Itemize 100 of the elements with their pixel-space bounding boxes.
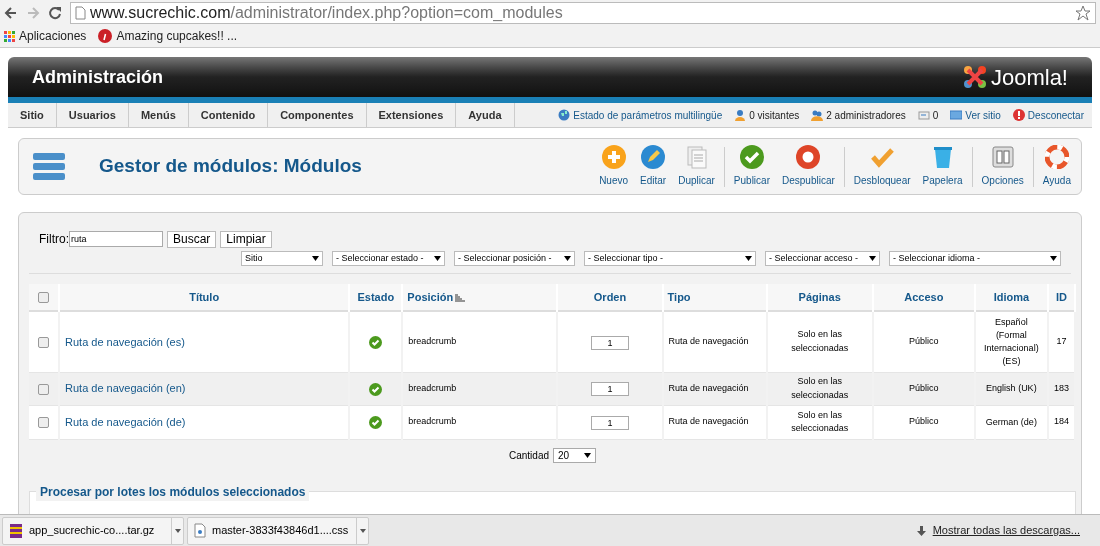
order-field[interactable]: 1 <box>591 335 629 350</box>
status-link[interactable]: Estado de parámetros multilingüe <box>573 107 723 123</box>
status-text: 0 visitantes <box>749 108 800 123</box>
show-all-downloads-link[interactable]: Mostrar todas las descargas... <box>932 522 1080 539</box>
reload-icon[interactable] <box>48 5 62 20</box>
checkbox[interactable] <box>38 337 49 349</box>
menu-item[interactable]: Contenido <box>188 103 269 127</box>
menu-item[interactable]: Ayuda <box>456 103 515 127</box>
filter-select[interactable]: - Seleccionar estado - <box>332 251 445 266</box>
published-icon[interactable] <box>369 336 383 350</box>
filter-select[interactable]: - Seleccionar tipo - <box>584 251 756 266</box>
filter-field[interactable]: ruta <box>69 231 163 247</box>
caret-icon <box>312 256 319 261</box>
menu-item[interactable]: Sitio <box>8 103 57 127</box>
download-icon <box>916 525 926 536</box>
table-cell: Español (Formal Internacional) (ES) <box>984 316 1039 366</box>
module-title-link[interactable]: Ruta de navegación (es) <box>65 335 185 348</box>
joomla-logo-icon <box>962 65 987 89</box>
record-icon <box>796 145 821 169</box>
filter-select[interactable]: Sitio <box>241 251 323 266</box>
filter-select[interactable]: - Seleccionar idioma - <box>889 251 1061 266</box>
menu-item[interactable]: Componentes <box>268 103 367 127</box>
address-bar[interactable]: www.sucrechic.com/administrator/index.php?option=com_modules <box>70 1 1096 24</box>
bookmark-link[interactable]: Amazing cupcakes!! ... <box>116 27 238 45</box>
page-title: Gestor de módulos: Módulos <box>99 154 362 179</box>
published-icon[interactable] <box>369 416 383 430</box>
menu-item[interactable]: Extensiones <box>366 103 457 127</box>
column-header[interactable]: Tipo <box>667 290 691 303</box>
order-field[interactable]: 1 <box>591 382 629 397</box>
caret-icon <box>434 256 441 261</box>
caret-icon <box>359 528 366 533</box>
table-cell: Ruta de navegación <box>668 416 749 427</box>
table-cell: breadcrumb <box>408 382 457 393</box>
pagination-label: Cantidad <box>509 448 549 463</box>
toolbar-button[interactable]: Editar <box>634 145 673 188</box>
checkbox[interactable] <box>38 417 49 429</box>
column-header[interactable]: Acceso <box>904 290 944 303</box>
toolbar-button[interactable]: Publicar <box>727 145 776 188</box>
caret-icon <box>745 256 752 261</box>
caret-icon <box>1050 256 1057 261</box>
options-icon <box>990 145 1015 169</box>
table-cell: Público <box>909 336 939 346</box>
status-link[interactable]: Ver sitio <box>965 107 1001 123</box>
star-icon[interactable] <box>1075 4 1091 21</box>
toolbar-button[interactable]: Despublicar <box>776 145 841 188</box>
table-cell: Público <box>909 416 939 427</box>
header-title: Administración <box>32 65 164 89</box>
toolbar-button[interactable]: Opciones <box>975 145 1030 188</box>
status-text: 0 <box>932 108 939 123</box>
column-header[interactable]: Orden <box>593 290 627 303</box>
menu-item[interactable]: Menús <box>128 103 189 127</box>
lifebuoy-icon <box>1044 145 1069 169</box>
menu-item[interactable]: Usuarios <box>56 103 129 127</box>
module-title-link[interactable]: Ruta de navegación (de) <box>65 415 186 428</box>
column-header[interactable]: Estado <box>357 290 395 303</box>
table-cell: breadcrumb <box>408 336 457 346</box>
table-cell: breadcrumb <box>408 416 457 427</box>
toolbar-button[interactable]: Nuevo <box>593 145 635 188</box>
checkbox[interactable] <box>38 383 49 395</box>
status-link[interactable]: Desconectar <box>1027 107 1084 123</box>
module-title-link[interactable]: Ruta de navegación (en) <box>65 382 186 395</box>
user-icon <box>734 109 747 121</box>
table-cell: Público <box>909 382 939 393</box>
checkbox[interactable] <box>38 292 49 304</box>
published-icon[interactable] <box>369 382 383 396</box>
pencil-icon <box>641 145 666 169</box>
table-cell: Ruta de navegación <box>668 382 749 393</box>
back-icon[interactable] <box>4 5 18 20</box>
checkmark-icon <box>739 145 764 169</box>
toolbar-button[interactable]: Duplicar <box>672 145 721 188</box>
joomla-logo-text: Joomla! <box>990 63 1068 92</box>
file-icon <box>194 523 206 538</box>
caret-icon <box>869 256 876 261</box>
filter-select[interactable]: - Seleccionar posición - <box>454 251 575 266</box>
column-header[interactable]: Idioma <box>993 290 1030 303</box>
table-cell: Solo en las seleccionadas <box>791 376 849 400</box>
filter-label: Filtro: <box>39 231 69 248</box>
order-field[interactable]: 1 <box>591 415 629 430</box>
message-icon <box>917 109 930 121</box>
documents-icon <box>684 145 709 169</box>
toolbar-button[interactable]: Ayuda <box>1036 145 1077 188</box>
column-header[interactable]: ID <box>1055 290 1067 303</box>
bookmark-link[interactable]: Aplicaciones <box>19 27 87 45</box>
sort-icon <box>455 293 466 302</box>
apps-icon <box>4 30 15 42</box>
column-header[interactable]: Páginas <box>798 290 841 303</box>
pagination-select[interactable]: 20 <box>553 447 596 463</box>
filter-button[interactable]: Limpiar <box>220 230 272 248</box>
filter-select[interactable]: - Seleccionar acceso - <box>765 251 880 266</box>
table-cell: Ruta de navegación <box>668 336 749 346</box>
toolbar-button[interactable]: Desbloquear <box>847 145 917 188</box>
caret-icon <box>564 256 571 261</box>
pin-icon <box>98 29 113 43</box>
toolbar-button[interactable]: Papelera <box>916 145 969 188</box>
table-cell: Solo en las seleccionadas <box>791 329 849 353</box>
column-header[interactable]: Título <box>189 290 220 303</box>
table-cell: 183 <box>1053 382 1069 393</box>
filter-button[interactable]: Buscar <box>167 230 217 248</box>
column-header[interactable]: Posición <box>407 290 454 303</box>
table-cell: German (de) <box>985 416 1037 427</box>
